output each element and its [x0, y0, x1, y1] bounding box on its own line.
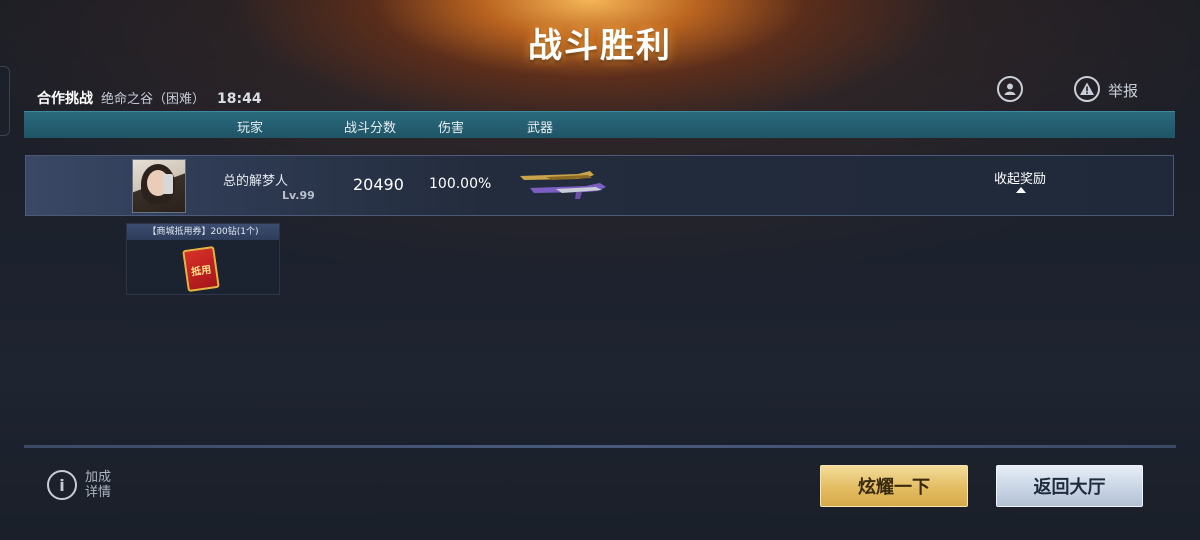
- warning-icon[interactable]: [1074, 76, 1100, 102]
- scoreboard-header: 玩家 战斗分数 伤害 武器: [24, 111, 1175, 138]
- column-score: 战斗分数: [344, 121, 397, 136]
- player-row[interactable]: 总的解梦人 Lv.99 20490 100.00% 收起奖励: [25, 155, 1174, 216]
- coupon-icon: 抵用: [182, 245, 220, 293]
- map-name: 绝命之谷（困难）: [101, 92, 206, 107]
- reward-title: 【商城抵用券】200钻(1个): [127, 224, 279, 240]
- column-player: 玩家: [237, 121, 264, 136]
- column-damage: 伤害: [438, 121, 465, 136]
- return-lobby-button[interactable]: 返回大厅: [996, 465, 1143, 507]
- column-weapon: 武器: [527, 121, 554, 136]
- game-mode: 合作挑战: [37, 91, 93, 107]
- player-name: 总的解梦人: [223, 174, 289, 189]
- match-time: 18:44: [217, 91, 262, 107]
- bonus-details-label: 加成详情: [85, 470, 112, 500]
- weapon-icon: [520, 171, 606, 199]
- match-info: 合作挑战 绝命之谷（困难） 18:44: [37, 88, 262, 108]
- coupon-text: 抵用: [190, 264, 212, 278]
- profile-icon[interactable]: [997, 76, 1023, 102]
- player-level: Lv.99: [282, 189, 315, 202]
- report-button[interactable]: 举报: [1108, 80, 1138, 101]
- info-icon: i: [47, 470, 77, 500]
- side-panel-tab[interactable]: [0, 66, 10, 136]
- player-score: 20490: [353, 175, 404, 194]
- divider: [24, 445, 1176, 448]
- player-damage: 100.00%: [429, 176, 492, 192]
- caret-up-icon[interactable]: [1016, 187, 1026, 193]
- result-title: 战斗胜利: [528, 26, 672, 66]
- avatar[interactable]: [132, 159, 186, 213]
- reward-item[interactable]: 【商城抵用券】200钻(1个) 抵用: [126, 223, 280, 295]
- bonus-details-button[interactable]: i 加成详情: [47, 470, 115, 500]
- collapse-rewards-button[interactable]: 收起奖励: [994, 168, 1046, 187]
- show-off-button[interactable]: 炫耀一下: [820, 465, 968, 507]
